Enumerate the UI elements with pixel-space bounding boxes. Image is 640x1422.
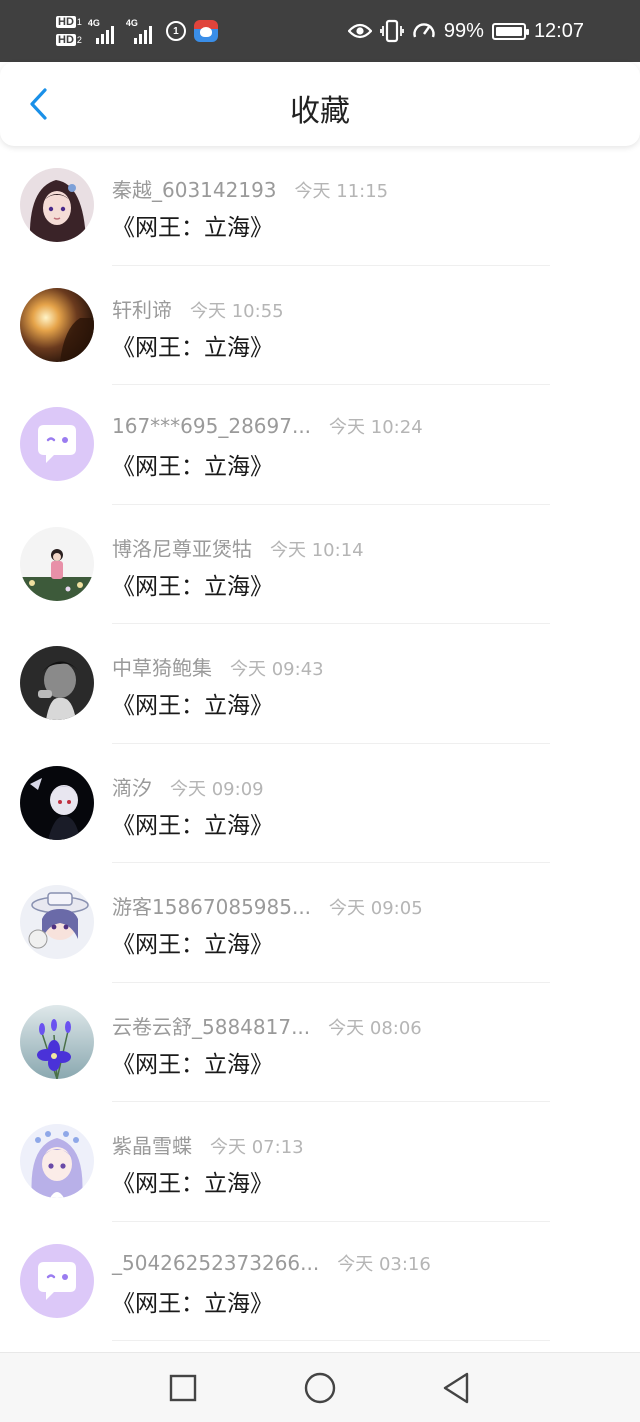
favorite-item[interactable]: 秦越_603142193 今天 11:15 《网王：立海》 [0,146,640,266]
item-meta: 167***695_28697... 今天 10:24 [112,413,423,439]
avatar[interactable] [20,885,94,959]
timestamp: 今天 09:09 [170,778,264,800]
circle-icon [304,1372,336,1404]
timestamp: 今天 03:16 [337,1253,431,1275]
user-name[interactable]: 博洛尼尊亚煲牯 [112,533,252,562]
hd-num-2: 2 [76,35,82,45]
work-title[interactable]: 《网王：立海》 [112,806,273,840]
status-bar-right: 99% 12:07 [347,0,584,62]
timestamp: 今天 10:24 [329,417,423,438]
avatar[interactable] [20,765,94,840]
app-header: 收藏 [0,62,640,146]
avatar[interactable] [20,1124,94,1198]
eye-icon [347,23,372,39]
work-title[interactable]: 《网王：立海》 [112,447,273,481]
timestamp: 今天 09:43 [230,659,324,680]
favorites-list: 秦越_603142193 今天 11:15 《网王：立海》 轩利谛 今天 10:… [0,146,640,1341]
recents-button[interactable] [165,1370,201,1406]
user-name[interactable]: 紫晶雪蝶 [112,1130,192,1159]
vibrate-icon [380,19,404,43]
item-meta: 博洛尼尊亚煲牯 今天 10:14 [112,533,364,562]
data-saver-icon: 1 [165,21,186,41]
favorite-item[interactable]: 中草猗鲍集 今天 09:43 《网王：立海》 [0,624,640,744]
favorite-item[interactable]: 游客15867085985... 今天 09:05 《网王：立海》 [0,863,640,983]
user-name[interactable]: 游客15867085985... [112,891,311,920]
clock: 12:07 [533,19,584,42]
work-title[interactable]: 《网王：立海》 [112,208,273,242]
status-bar-left: HD 1 HD 2 4G 4G 1 [56,12,218,50]
avatar[interactable] [20,168,94,242]
status-bar: HD 1 HD 2 4G 4G 1 99% 12:07 [0,0,640,62]
nav-back-button[interactable] [438,1370,474,1406]
user-name[interactable]: 云卷云舒_5884817... [112,1011,310,1040]
favorite-item[interactable]: 云卷云舒_5884817... 今天 08:06 《网王：立海》 [0,983,640,1102]
timestamp: 今天 09:05 [329,898,423,919]
favorite-item[interactable]: 博洛尼尊亚煲牯 今天 10:14 《网王：立海》 [0,505,640,624]
item-meta: 云卷云舒_5884817... 今天 08:06 [112,1011,422,1040]
signal-2-icon: 4G [126,18,158,44]
home-button[interactable] [302,1370,338,1406]
hd-badge-2: HD [56,34,76,46]
avatar[interactable] [20,646,94,720]
timestamp: 今天 10:55 [190,300,284,322]
triangle-back-icon [443,1372,469,1404]
battery-percent: 99% [443,19,484,42]
favorite-item[interactable]: 轩利谛 今天 10:55 《网王：立海》 [0,266,640,385]
avatar[interactable] [20,287,94,362]
battery-fill [495,26,522,36]
work-title[interactable]: 《网王：立海》 [112,1284,273,1318]
timestamp: 今天 11:15 [294,181,389,202]
hd-num-1: 1 [76,17,82,27]
user-name[interactable]: 秦越_603142193 [112,174,277,203]
item-meta: _50426252373266... 今天 03:16 [112,1250,431,1276]
favorite-item[interactable]: 紫晶雪蝶 今天 07:13 《网王：立海》 [0,1102,640,1222]
item-meta: 滴汐 今天 09:09 [112,772,264,801]
user-name[interactable]: 滴汐 [112,772,152,801]
timestamp: 今天 08:06 [328,1017,422,1039]
system-nav-bar [0,1352,640,1422]
item-meta: 轩利谛 今天 10:55 [112,294,284,323]
avatar[interactable] [20,1004,94,1079]
hd-badge-1: HD [56,16,76,28]
timestamp: 今天 07:13 [210,1137,304,1158]
item-meta: 中草猗鲍集 今天 09:43 [112,652,324,681]
divider [112,1340,550,1341]
item-meta: 秦越_603142193 今天 11:15 [112,174,388,203]
favorite-item[interactable]: 167***695_28697... 今天 10:24 《网王：立海》 [0,385,640,505]
work-title[interactable]: 《网王：立海》 [112,1045,273,1079]
work-title[interactable]: 《网王：立海》 [112,686,273,720]
hd-row-2: HD 2 [56,32,82,48]
app-notification-icon [193,20,218,42]
user-name[interactable]: _50426252373266... [112,1251,319,1275]
favorite-item[interactable]: _50426252373266... 今天 03:16 《网王：立海》 [0,1222,640,1341]
user-name[interactable]: 中草猗鲍集 [112,652,212,681]
avatar[interactable] [20,407,94,481]
item-meta: 游客15867085985... 今天 09:05 [112,891,423,920]
work-title[interactable]: 《网王：立海》 [112,328,273,362]
page-title: 收藏 [290,94,350,129]
work-title[interactable]: 《网王：立海》 [112,567,273,601]
user-name[interactable]: 167***695_28697... [112,414,311,438]
battery-icon [491,22,529,40]
square-icon [169,1374,197,1402]
timestamp: 今天 10:14 [270,539,364,561]
work-title[interactable]: 《网王：立海》 [112,925,273,959]
avatar[interactable] [20,526,94,601]
avatar[interactable] [20,1243,94,1318]
signal-1-icon: 4G [88,18,120,44]
user-name[interactable]: 轩利谛 [112,294,172,323]
speedometer-icon [413,23,435,38]
hd-row-1: HD 1 [56,14,82,30]
item-meta: 紫晶雪蝶 今天 07:13 [112,1130,304,1159]
favorite-item[interactable]: 滴汐 今天 09:09 《网王：立海》 [0,744,640,863]
work-title[interactable]: 《网王：立海》 [112,1164,273,1198]
hd-indicators: HD 1 HD 2 [56,14,82,48]
